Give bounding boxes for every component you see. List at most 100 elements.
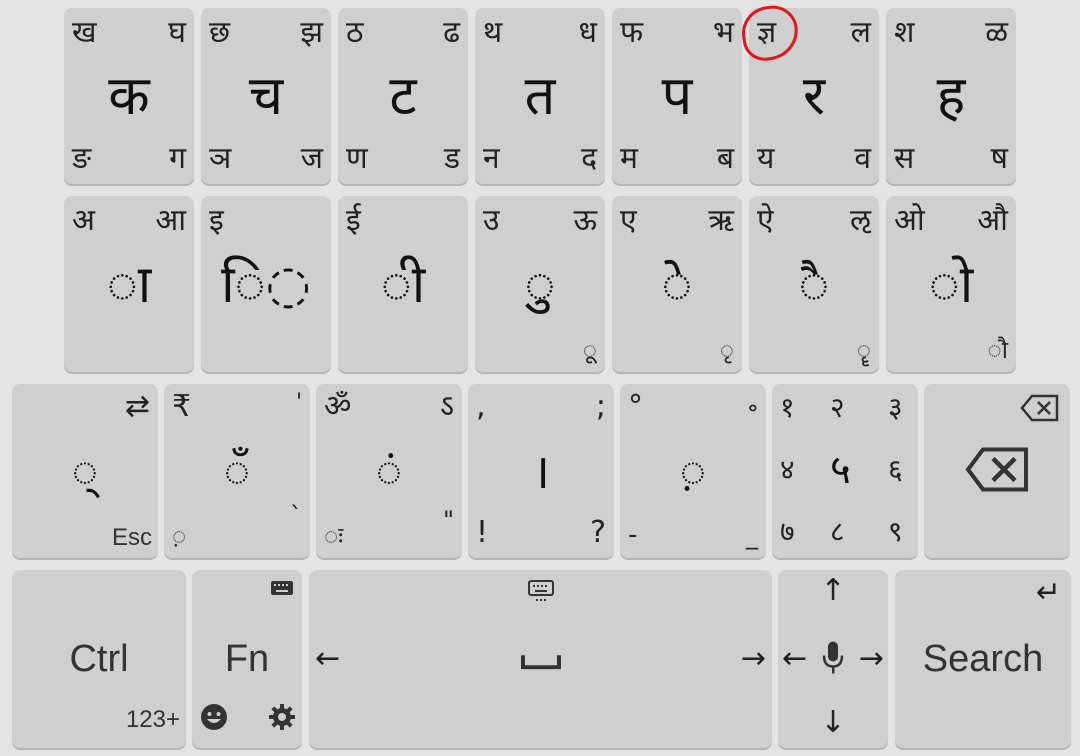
numpad-digit-6: ६ <box>888 453 903 486</box>
key-ra-alt-bl: य <box>757 141 775 176</box>
key-candrabindu-alt-tl: ₹ <box>172 389 192 424</box>
key-nukta-alt-tl: ° <box>628 389 643 424</box>
key-ka-alt-br: ग <box>169 141 186 176</box>
key-ca-alt-bl: ञ <box>209 141 232 176</box>
key-ka-alt-tl: ख <box>72 15 97 50</box>
key-candrabindu[interactable]: ₹ ' ◌ँ ◌़ ` <box>164 384 310 558</box>
key-matra-ii-alt-tl: ई <box>346 203 361 238</box>
key-ra-alt-tr: ल <box>850 15 871 50</box>
keyboard-small-icon <box>270 580 294 599</box>
keyboard-switch-icon <box>527 580 554 605</box>
key-ca[interactable]: छ झ च ञ ज <box>201 8 331 184</box>
key-matra-ai-main: ◌ै <box>798 255 830 316</box>
key-tta[interactable]: ठ ढ ट ण ड <box>338 8 468 184</box>
swap-layout-icon: ⇄ <box>124 389 150 424</box>
cursor-right-icon: → <box>740 641 766 676</box>
key-matra-i-main: ि◌ <box>221 255 311 316</box>
key-virama-main: ◌् <box>71 445 99 497</box>
key-danda-main: । <box>531 443 551 500</box>
key-matra-u-alt-tl: उ <box>483 203 500 238</box>
key-ta[interactable]: थ ध त न द <box>475 8 605 184</box>
key-anusvara[interactable]: ॐ ऽ ◌ं ◌ः " <box>316 384 462 558</box>
key-ra-alt-br: व <box>854 141 871 176</box>
key-tta-alt-br: ड <box>443 141 460 176</box>
key-virama[interactable]: ⇄ ◌् Esc <box>12 384 158 558</box>
key-pa-alt-tr: भ <box>712 15 734 50</box>
key-matra-ai-alt-br: ◌ॄ <box>856 336 871 364</box>
key-nukta-main: ◌़ <box>679 445 707 497</box>
emoji-icon[interactable] <box>200 703 228 734</box>
key-matra-e-alt-tl: ए <box>620 203 637 238</box>
key-ta-alt-bl: न <box>483 141 500 176</box>
key-ta-alt-br: द <box>581 141 597 176</box>
space-bar-icon <box>520 653 561 672</box>
key-pa-alt-tl: फ <box>620 15 644 50</box>
key-matra-o-alt-tr: औ <box>977 203 1008 238</box>
numpad-digit-5: ५ <box>830 447 851 493</box>
key-anusvara-alt-br: " <box>442 506 454 534</box>
key-tta-main: ट <box>389 64 417 127</box>
key-matra-e-main: ◌े <box>661 255 693 316</box>
key-danda[interactable]: , ; । ! ? <box>468 384 614 558</box>
arrow-up-icon[interactable]: ↑ <box>820 576 845 606</box>
key-matra-u-alt-br: ◌ू <box>582 336 597 364</box>
key-ta-alt-tl: थ <box>483 15 503 50</box>
key-pa-alt-bl: म <box>620 141 638 176</box>
key-nukta[interactable]: ° ॰ ◌़ - _ <box>620 384 766 558</box>
key-danda-alt-br: ? <box>590 515 606 550</box>
key-anusvara-main: ◌ं <box>375 445 403 497</box>
key-tta-alt-bl: ण <box>346 141 368 176</box>
key-numpad-devanagari[interactable]: १ २ ३ ४ ५ ६ ७ ८ ९ <box>772 384 918 558</box>
key-matra-ii[interactable]: ई ◌ी <box>338 196 468 372</box>
key-matra-e-alt-tr: ऋ <box>708 203 734 238</box>
key-fn[interactable]: Fn <box>192 570 302 748</box>
key-matra-ai-alt-tl: ऐ <box>757 203 774 238</box>
key-matra-aa-alt-tl: अ <box>72 203 95 238</box>
key-matra-o-alt-br: ◌ौ <box>987 336 1008 364</box>
key-ka[interactable]: ख घ क ङ ग <box>64 8 194 184</box>
key-fn-label: Fn <box>224 638 270 680</box>
arrow-down-icon[interactable]: ↓ <box>820 708 845 738</box>
arrow-left-icon[interactable]: ← <box>782 644 807 674</box>
key-matra-ii-main: ◌ी <box>380 255 426 316</box>
key-nukta-alt-bl: - <box>628 520 638 550</box>
numpad-digit-7: ७ <box>780 515 795 548</box>
key-candrabindu-alt-br: ` <box>290 502 302 530</box>
key-search-enter[interactable]: ↵ Search <box>895 570 1071 748</box>
key-anusvara-alt-tr: ऽ <box>439 389 454 424</box>
key-search-label: Search <box>922 638 1044 680</box>
key-candrabindu-alt-tr: ' <box>295 390 302 415</box>
arrow-right-icon[interactable]: → <box>859 644 884 674</box>
key-backspace[interactable] <box>924 384 1070 558</box>
key-matra-ai[interactable]: ऐ ऌ ◌ै ◌ॄ <box>749 196 879 372</box>
key-ha-alt-bl: स <box>894 141 915 176</box>
key-ha[interactable]: श ळ ह स ष <box>886 8 1016 184</box>
key-esc-label: Esc <box>111 524 152 551</box>
key-matra-aa-main: ◌ा <box>106 255 152 316</box>
microphone-icon[interactable] <box>821 641 845 678</box>
key-ta-main: त <box>524 64 556 127</box>
key-ha-main: ह <box>936 64 966 127</box>
key-matra-u[interactable]: उ ऊ ◌ु ◌ू <box>475 196 605 372</box>
key-pa[interactable]: फ भ प म ब <box>612 8 742 184</box>
key-danda-alt-tl: , <box>476 389 486 424</box>
key-anusvara-alt-tl: ॐ <box>324 389 352 424</box>
key-matra-i[interactable]: इ ि◌ <box>201 196 331 372</box>
key-ha-alt-tr: ळ <box>985 15 1008 50</box>
key-nukta-alt-tr: ॰ <box>747 396 758 424</box>
key-anusvara-alt-bl: ◌ः <box>324 522 344 550</box>
settings-gear-icon[interactable] <box>268 703 296 734</box>
key-matra-ai-alt-tr: ऌ <box>850 203 871 238</box>
key-ha-alt-tl: श <box>894 15 915 50</box>
key-matra-aa[interactable]: अ आ ◌ा <box>64 196 194 372</box>
key-candrabindu-main: ◌ँ <box>223 445 251 497</box>
key-matra-o[interactable]: ओ औ ◌ो ◌ौ <box>886 196 1016 372</box>
key-navigation-mic[interactable]: ↑ ← → ↓ <box>778 570 888 748</box>
key-matra-i-alt-tl: इ <box>209 203 224 238</box>
enter-icon: ↵ <box>1035 575 1061 610</box>
cursor-left-icon: ← <box>315 641 341 676</box>
key-ctrl[interactable]: Ctrl 123+ <box>12 570 186 748</box>
key-matra-e[interactable]: ए ऋ ◌े ◌ृ <box>612 196 742 372</box>
key-space[interactable]: ← → <box>309 570 772 748</box>
key-ctrl-label: Ctrl <box>69 638 129 680</box>
